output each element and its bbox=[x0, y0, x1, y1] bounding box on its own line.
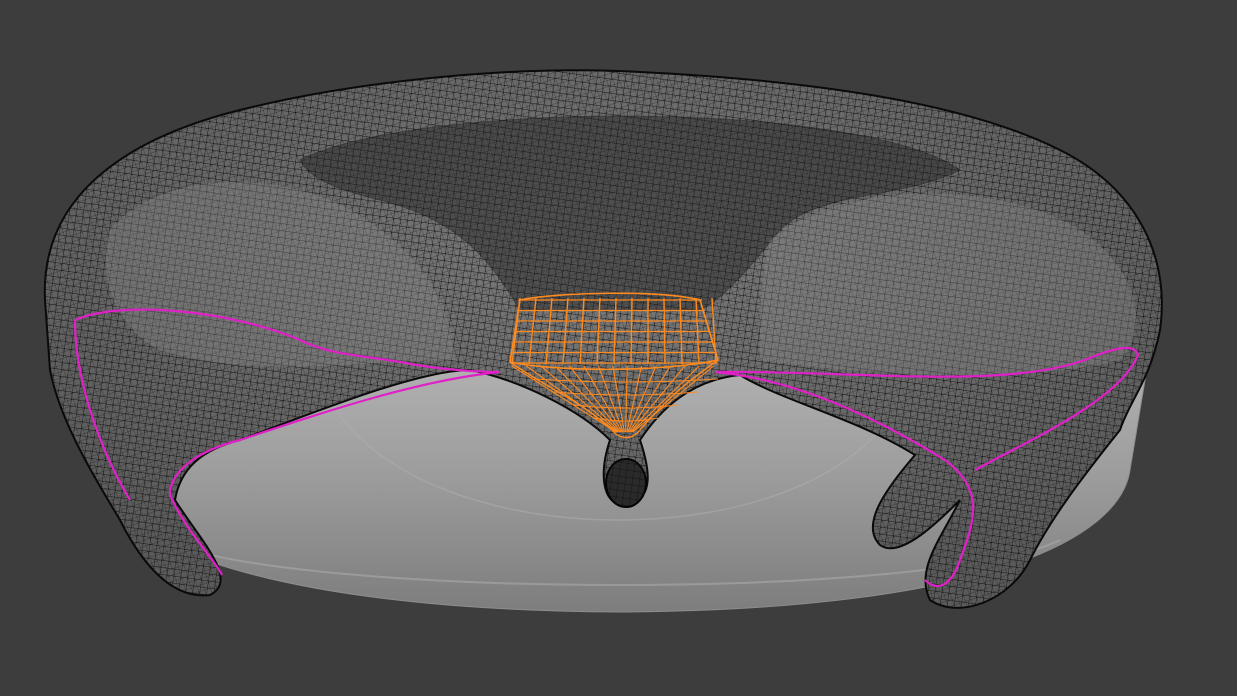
3d-viewport[interactable] bbox=[0, 0, 1237, 696]
drip-tip[interactable] bbox=[605, 458, 647, 508]
scene-canvas[interactable] bbox=[0, 0, 1237, 696]
